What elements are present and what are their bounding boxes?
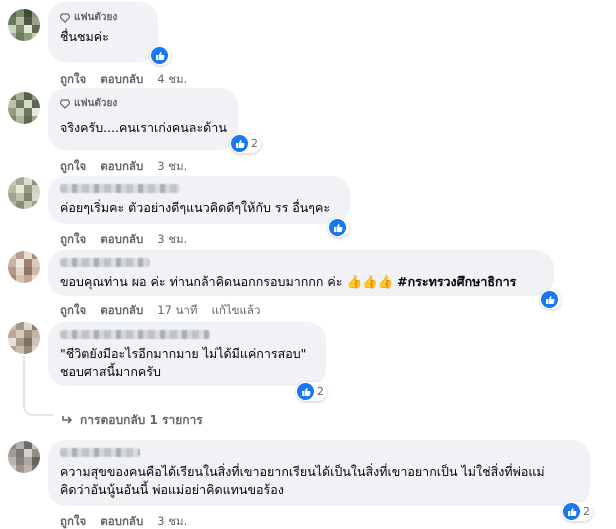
like-thumb-icon [329, 219, 346, 236]
comment-text-line-1: ความสุขของคนคือได้เรียนในสิ่งที่เขาอยากเ… [60, 464, 545, 479]
like-action[interactable]: ถูกใจ [60, 513, 86, 529]
timestamp[interactable]: 3 ชม. [157, 513, 187, 529]
comment-actions: ถูกใจ ตอบกลับ 3 ชม. [60, 158, 201, 176]
avatar[interactable] [8, 322, 40, 354]
comment-bubble[interactable]: แฟนตัวยง จริงครับ....คนเราเก่งคนละด้าน [48, 88, 238, 150]
reaction-count[interactable] [150, 46, 171, 65]
comment-text-main: ขอบคุณท่าน ผอ ค่ะ ท่านกล้าคิดนอกกรอบมากก… [60, 274, 398, 289]
edited-label[interactable]: แก้ไขแล้ว [211, 302, 260, 320]
reaction-count[interactable]: 2 [562, 502, 593, 521]
reply-action[interactable]: ตอบกลับ [100, 513, 143, 529]
reply-action[interactable]: ตอบกลับ [100, 71, 143, 89]
thread-line [23, 356, 25, 404]
comment-text: ค่อยๆเริ่มคะ ตัวอย่างดีๆแนวคิดดีๆให้กับ … [60, 200, 331, 215]
avatar[interactable] [8, 251, 40, 283]
like-thumb-icon [297, 383, 314, 400]
timestamp[interactable]: 3 ชม. [157, 158, 187, 176]
reaction-count[interactable]: 2 [296, 382, 327, 401]
reply-action[interactable]: ตอบกลับ [100, 158, 143, 176]
reaction-count-value: 2 [583, 505, 590, 518]
comment-bubble[interactable]: ความสุขของคนคือได้เรียนในสิ่งที่เขาอยากเ… [48, 440, 590, 506]
diamond-fan-icon [60, 98, 70, 109]
comment-bubble[interactable]: ขอบคุณท่าน ผอ ค่ะ ท่านกล้าคิดนอกกรอบมากก… [48, 250, 554, 296]
timestamp[interactable]: 17 นาที [157, 302, 197, 320]
reaction-count[interactable]: 2 [230, 134, 261, 153]
blurred-author-name [60, 184, 180, 193]
reply-action[interactable]: ตอบกลับ [100, 302, 143, 320]
view-replies-label[interactable]: การตอบกลับ 1 รายการ [80, 411, 203, 430]
comment-text: จริงครับ....คนเราเก่งคนละด้าน [60, 120, 227, 135]
like-action[interactable]: ถูกใจ [60, 302, 86, 320]
comment-actions: ถูกใจ ตอบกลับ 17 นาที แก้ไขแล้ว [60, 302, 274, 320]
comment-actions: ถูกใจ ตอบกลับ 3 ชม. [60, 513, 201, 529]
hashtag-link[interactable]: #กระทรวงศึกษาธิการ [397, 274, 516, 289]
timestamp[interactable]: 3 ชม. [157, 231, 187, 249]
like-thumb-icon [541, 291, 558, 308]
like-thumb-icon [151, 47, 168, 64]
reply-action[interactable]: ตอบกลับ [100, 231, 143, 249]
reaction-count-value: 2 [317, 385, 324, 398]
avatar[interactable] [8, 177, 40, 209]
fan-badge: แฟนตัวยง [60, 10, 146, 25]
avatar[interactable] [8, 9, 40, 41]
comment-actions: ถูกใจ ตอบกลับ 3 ชม. [60, 231, 201, 249]
like-thumb-icon [563, 503, 580, 520]
comment-actions: ถูกใจ ตอบกลับ 4 ชม. [60, 71, 201, 89]
blurred-author-name [60, 448, 140, 457]
like-action[interactable]: ถูกใจ [60, 231, 86, 249]
fan-badge-label: แฟนตัวยง [74, 98, 118, 109]
like-thumb-icon [231, 135, 248, 152]
reaction-count[interactable] [328, 218, 349, 237]
diamond-fan-icon [60, 12, 70, 23]
comment-text-line-2: คิดว่าอันนู้นอันนี้ พ่อแม่อย่าคิดแทนขอร้… [60, 482, 284, 497]
blurred-author-name [60, 258, 150, 267]
view-replies-link[interactable]: การตอบกลับ 1 รายการ [62, 411, 203, 430]
avatar[interactable] [8, 441, 40, 473]
timestamp[interactable]: 4 ชม. [157, 71, 187, 89]
comment-bubble[interactable]: "ชีวิตยังมีอะไรอีกมากมาย ไม่ได้มีแค่การส… [48, 322, 326, 386]
comment-text: ชื่นชมค่ะ [60, 29, 109, 44]
reaction-count-value: 2 [251, 137, 258, 150]
comment-text-line-2: ชอบศาสนี้มากครับ [60, 364, 161, 379]
like-action[interactable]: ถูกใจ [60, 158, 86, 176]
comment-text-line-1: "ชีวิตยังมีอะไรอีกมากมาย ไม่ได้มีแค่การส… [60, 346, 307, 361]
comment-bubble[interactable]: แฟนตัวยง ชื่นชมค่ะ [48, 2, 158, 62]
avatar[interactable] [8, 92, 40, 124]
comment-bubble[interactable]: ค่อยๆเริ่มคะ ตัวอย่างดีๆแนวคิดดีๆให้กับ … [48, 176, 350, 224]
comment-text: ขอบคุณท่าน ผอ ค่ะ ท่านกล้าคิดนอกกรอบมากก… [60, 273, 542, 291]
reaction-count[interactable] [540, 290, 561, 309]
thread-curve [23, 404, 53, 416]
fan-badge: แฟนตัวยง [60, 96, 226, 111]
like-action[interactable]: ถูกใจ [60, 71, 86, 89]
reply-arrow-icon [62, 414, 74, 428]
fan-badge-label: แฟนตัวยง [74, 12, 118, 23]
blurred-author-name [60, 330, 210, 339]
